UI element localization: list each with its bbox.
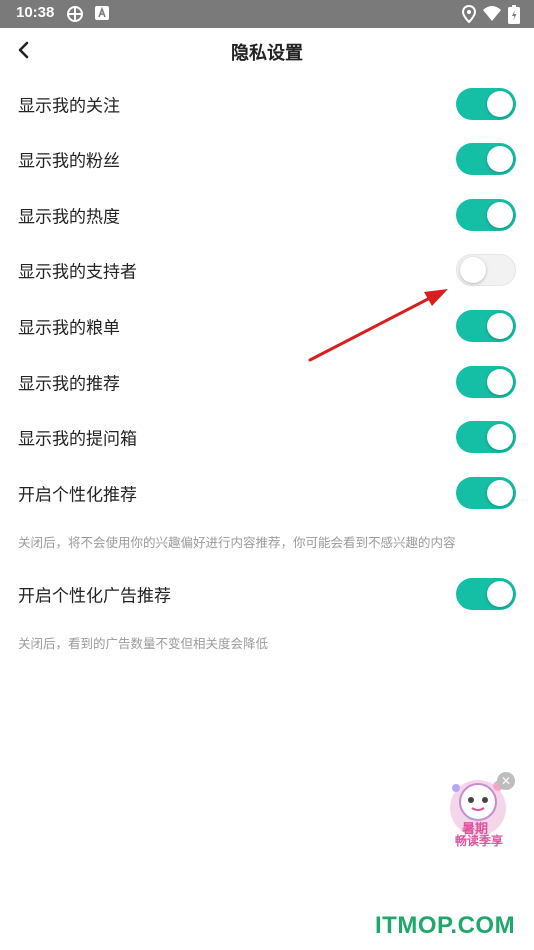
show-question-box-toggle[interactable] <box>456 421 516 453</box>
setting-row-show-heat: 显示我的热度 <box>0 187 534 243</box>
setting-row-show-recommend: 显示我的推荐 <box>0 354 534 410</box>
setting-label: 显示我的关注 <box>18 96 120 117</box>
close-icon: ✕ <box>500 774 512 788</box>
page-title: 隐私设置 <box>231 43 303 64</box>
toggle-knob <box>487 424 513 450</box>
show-recommend-toggle[interactable] <box>456 366 516 398</box>
setting-label: 开启个性化推荐 <box>18 485 137 506</box>
personalized-ads-description: 关闭后，看到的广告数量不变但相关度会降低 <box>18 636 269 651</box>
location-icon <box>461 4 477 27</box>
setting-label: 显示我的提问箱 <box>18 429 137 450</box>
show-following-toggle[interactable] <box>456 88 516 120</box>
setting-row-show-supporters: 显示我的支持者 <box>0 242 534 298</box>
status-time: 10:38 <box>16 4 55 21</box>
promo-subtitle: 畅读季享 <box>455 834 504 848</box>
toggle-knob <box>487 202 513 228</box>
status-bar: 10:38 <box>0 0 534 28</box>
toggle-knob <box>487 581 513 607</box>
toggle-knob <box>487 480 513 506</box>
setting-row-show-grain-list: 显示我的粮单 <box>0 298 534 354</box>
toggle-knob <box>460 257 486 283</box>
personalized-ads-toggle[interactable] <box>456 578 516 610</box>
setting-row-show-question-box: 显示我的提问箱 <box>0 409 534 465</box>
setting-row-personalized-ads: 开启个性化广告推荐 <box>0 566 534 622</box>
show-grain-list-toggle[interactable] <box>456 310 516 342</box>
setting-label: 显示我的支持者 <box>18 262 137 283</box>
toggle-knob <box>487 146 513 172</box>
page-header: 隐私设置 <box>0 28 534 74</box>
setting-row-show-following: 显示我的关注 <box>0 76 534 132</box>
setting-label: 显示我的热度 <box>18 207 120 228</box>
watermark: ITMOP.COM <box>375 912 516 939</box>
setting-label: 显示我的粮单 <box>18 318 120 339</box>
setting-row-personalized-recommend: 开启个性化推荐 <box>0 465 534 521</box>
toggle-knob <box>487 313 513 339</box>
personalized-recommend-description: 关闭后，将不会使用你的兴趣偏好进行内容推荐，你可能会看到不感兴趣的内容 <box>18 535 456 550</box>
show-supporters-toggle[interactable] <box>456 254 516 286</box>
wifi-icon <box>482 5 502 27</box>
setting-label: 开启个性化广告推荐 <box>18 586 171 607</box>
toggle-knob <box>487 369 513 395</box>
setting-label: 显示我的粉丝 <box>18 151 120 172</box>
app-notification-icon <box>66 5 84 27</box>
personalized-recommend-toggle[interactable] <box>456 477 516 509</box>
app-notification-icon <box>94 5 110 25</box>
setting-label: 显示我的推荐 <box>18 374 120 395</box>
close-promo-button[interactable]: ✕ <box>497 772 515 790</box>
battery-icon <box>508 5 520 28</box>
show-heat-toggle[interactable] <box>456 199 516 231</box>
toggle-knob <box>487 91 513 117</box>
show-fans-toggle[interactable] <box>456 143 516 175</box>
setting-row-show-fans: 显示我的粉丝 <box>0 131 534 187</box>
